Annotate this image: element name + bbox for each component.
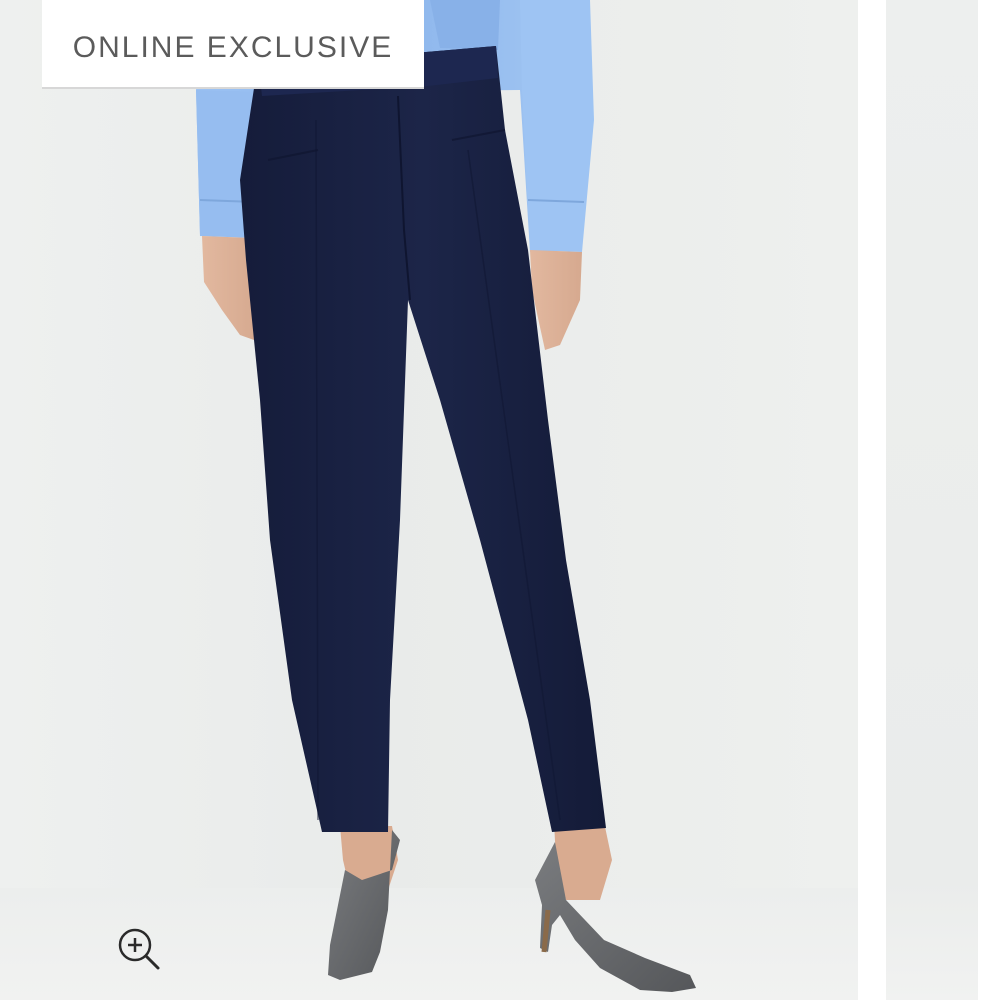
gallery-edge (978, 0, 1000, 1000)
product-image-gallery: ONLINE EXCLUSIVE (0, 0, 1000, 1000)
badge-label: ONLINE EXCLUSIVE (72, 30, 394, 64)
main-product-image[interactable] (0, 0, 858, 1000)
next-product-image[interactable] (886, 0, 978, 1000)
zoom-in-icon (118, 928, 160, 970)
online-exclusive-badge: ONLINE EXCLUSIVE (42, 0, 424, 89)
product-photo (196, 0, 696, 992)
zoom-button[interactable] (113, 925, 163, 975)
gallery-gutter (858, 0, 886, 1000)
